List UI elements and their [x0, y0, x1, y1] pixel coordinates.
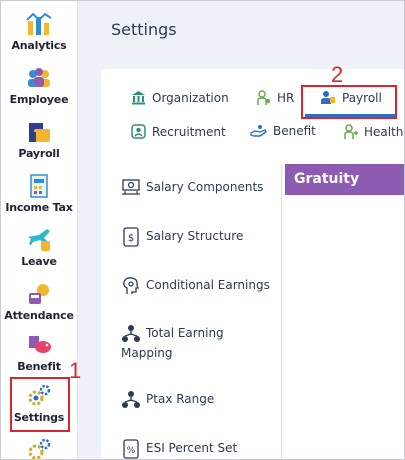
benefit-icon	[29, 336, 51, 353]
tab-label: Organization	[152, 90, 229, 105]
attendance-icon	[29, 284, 49, 304]
esi-percent-icon: %	[123, 439, 139, 459]
menu-ptax-range[interactable]: Ptax Range	[121, 389, 214, 410]
tab-health[interactable]: Health	[344, 124, 403, 140]
nav-label: Attendance	[4, 309, 74, 322]
menu-salary-structure[interactable]: $ Salary Structure	[121, 226, 243, 247]
nav-label: Employee	[9, 93, 69, 106]
step-marker-2: 2	[331, 62, 344, 87]
submenu-divider	[281, 164, 282, 459]
svg-text:%: %	[127, 446, 136, 456]
tab-label: HR	[277, 91, 295, 105]
nav-label: Leave	[21, 255, 57, 268]
menu-label: Total Earning	[146, 326, 224, 340]
salary-structure-icon: $	[123, 227, 139, 247]
menu-salary-components[interactable]: Salary Components	[121, 177, 263, 197]
nav-item-leave[interactable]: Leave	[1, 227, 77, 268]
menu-conditional-earnings[interactable]: Conditional Earnings	[121, 275, 270, 296]
app-window: Analytics Employee Payroll Income Tax Le…	[0, 0, 405, 460]
leave-icon	[28, 229, 50, 251]
nav-label: Income Tax	[5, 201, 73, 214]
bank-icon	[132, 91, 145, 105]
nav-item-employee[interactable]: Employee	[1, 65, 77, 106]
nav-label: Payroll	[18, 147, 60, 160]
conditional-earnings-icon	[123, 277, 139, 294]
hr-person-icon	[257, 90, 270, 105]
gratuity-panel-header: Gratuity	[285, 164, 404, 195]
nav-label: Benefit	[17, 360, 61, 373]
tab-label: Health	[364, 125, 404, 139]
benefit-hand-icon	[250, 125, 267, 137]
tab-benefit[interactable]: Benefit	[250, 124, 316, 138]
ptax-tree-icon	[122, 391, 140, 408]
tab-hr[interactable]: HR	[257, 90, 294, 106]
health-person-icon	[344, 124, 358, 139]
nav-item-benefit[interactable]: Benefit	[1, 332, 77, 373]
nav-item-payroll[interactable]: Payroll	[1, 119, 77, 160]
tab-organization[interactable]: Organization	[131, 90, 229, 105]
salary-components-icon	[122, 179, 140, 195]
nav-item-income-tax[interactable]: Income Tax	[1, 173, 77, 214]
menu-label: Conditional Earnings	[146, 278, 270, 292]
recruitment-icon	[131, 124, 146, 139]
payroll-icon	[29, 123, 50, 142]
menu-total-earning-mapping[interactable]: Total Earning	[121, 323, 224, 344]
gear-icon	[28, 438, 51, 459]
tab-label: Benefit	[273, 124, 316, 138]
nav-item-analytics[interactable]: Analytics	[1, 11, 77, 52]
analytics-icon	[26, 12, 52, 35]
menu-esi-percent-set[interactable]: % ESI Percent Set	[121, 438, 237, 459]
step-marker-1: 1	[69, 358, 82, 383]
menu-label: ESI Percent Set	[146, 441, 238, 455]
menu-total-earning-mapping-line2[interactable]: Mapping	[121, 343, 173, 363]
highlight-box-payroll-tab	[301, 85, 397, 119]
employee-icon	[28, 68, 50, 87]
page-title: Settings	[111, 20, 177, 39]
menu-label: Salary Components	[146, 180, 264, 194]
svg-text:$: $	[128, 233, 134, 244]
income-tax-icon	[30, 174, 48, 198]
nav-item-partial[interactable]	[1, 437, 77, 459]
highlight-box-settings	[10, 377, 70, 432]
mapping-tree-icon	[122, 325, 140, 342]
menu-label: Salary Structure	[146, 229, 244, 243]
menu-label: Mapping	[121, 346, 173, 360]
nav-label: Analytics	[11, 39, 67, 52]
tab-label: Recruitment	[152, 124, 226, 139]
tab-recruitment[interactable]: Recruitment	[131, 124, 226, 139]
nav-item-attendance[interactable]: Attendance	[1, 281, 77, 322]
menu-label: Ptax Range	[146, 392, 215, 406]
